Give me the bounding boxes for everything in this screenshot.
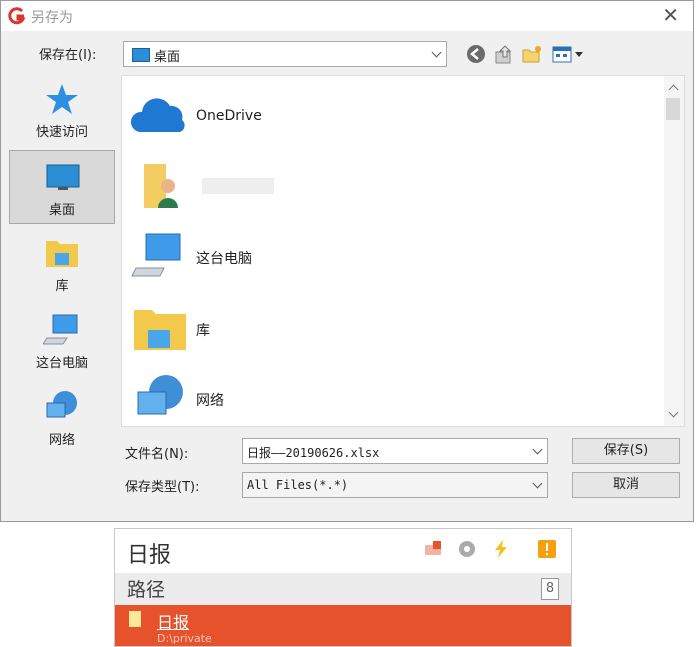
popup-section-title: 路径 [127,579,166,601]
lightning-icon[interactable] [491,539,511,559]
new-folder-icon[interactable] [521,43,543,65]
scroll-down-icon[interactable] [668,407,679,418]
library-icon [46,241,78,267]
cancel-button[interactable]: 取消 [572,472,680,498]
title-bar: 另存为 ✕ [1,1,693,31]
place-label: 桌面 [48,203,75,218]
back-icon[interactable] [465,43,487,65]
file-item-user[interactable] [130,156,430,216]
network-icon [137,375,183,415]
warning-icon[interactable] [537,539,557,559]
settings-icon[interactable] [457,539,477,559]
user-folder-icon [144,164,178,208]
save-as-dialog: 另存为 ✕ 保存在(I): 桌面 快速访问 桌面 库 这台电脑 网络 OneDr… [0,0,694,522]
star-icon [46,84,78,114]
result-path: D:\private [157,632,212,645]
filename-label: 文件名(N): [125,447,189,462]
save-in-dropdown[interactable]: 桌面 [123,41,447,67]
desktop-icon [46,164,80,190]
place-library[interactable]: 库 [9,227,115,301]
blurred-username [202,178,274,194]
place-label: 这台电脑 [35,356,88,371]
chevron-down-icon [431,47,442,58]
network-icon [46,391,77,418]
popup-title: 日报 [127,543,172,568]
filename-input[interactable]: 日报——20190626.xlsx [242,438,548,464]
popup-section: 路径 8 [115,573,571,605]
file-label: OneDrive [196,108,262,124]
result-name: 日报 [157,613,190,632]
app-logo-icon [8,7,26,25]
file-item-network[interactable]: 网络 [130,368,430,428]
chevron-down-icon [532,478,543,489]
popup-result-item[interactable]: 日报 D:\private [115,605,571,646]
search-popup: 日报 路径 8 日报 D:\private [114,528,572,647]
places-bar: 快速访问 桌面 库 这台电脑 网络 [7,73,119,498]
library-icon [134,310,186,350]
scroll-up-icon[interactable] [668,84,679,95]
eraser-icon[interactable] [423,539,443,559]
up-folder-icon[interactable] [493,43,515,65]
file-label: 这台电脑 [196,251,252,267]
cloud-icon [130,98,185,132]
place-desktop[interactable]: 桌面 [9,150,115,224]
file-item-this-pc[interactable]: 这台电脑 [130,226,430,286]
place-label: 网络 [48,433,75,448]
computer-icon [43,314,78,345]
desktop-icon [132,48,150,62]
place-label: 快速访问 [35,125,88,140]
view-menu-icon[interactable] [551,43,585,65]
place-quick-access[interactable]: 快速访问 [9,73,115,147]
chevron-down-icon [532,444,543,455]
place-label: 库 [55,279,69,294]
filename-value: 日报——20190626.xlsx [247,446,380,460]
window-title: 另存为 [31,10,73,26]
save-button[interactable]: 保存(S) [572,438,680,464]
count-badge: 8 [541,578,559,600]
place-network[interactable]: 网络 [9,381,115,455]
file-list: OneDrive 这台电脑 库 网络 [121,75,685,427]
save-in-label: 保存在(I): [39,48,97,63]
close-icon[interactable]: ✕ [662,4,679,26]
document-icon [129,611,141,627]
filetype-label: 保存类型(T): [125,480,200,495]
save-in-value: 桌面 [154,50,181,65]
place-this-pc[interactable]: 这台电脑 [9,304,115,378]
scroll-thumb[interactable] [666,98,680,120]
file-item-library[interactable]: 库 [130,298,430,358]
file-list-scrollbar[interactable] [664,76,684,426]
computer-icon [131,233,181,277]
file-item-onedrive[interactable]: OneDrive [130,86,430,146]
filetype-dropdown[interactable]: All Files(*.*) [242,472,548,498]
filetype-value: All Files(*.*) [247,478,349,492]
file-label: 网络 [196,393,224,409]
file-label: 库 [196,323,210,339]
